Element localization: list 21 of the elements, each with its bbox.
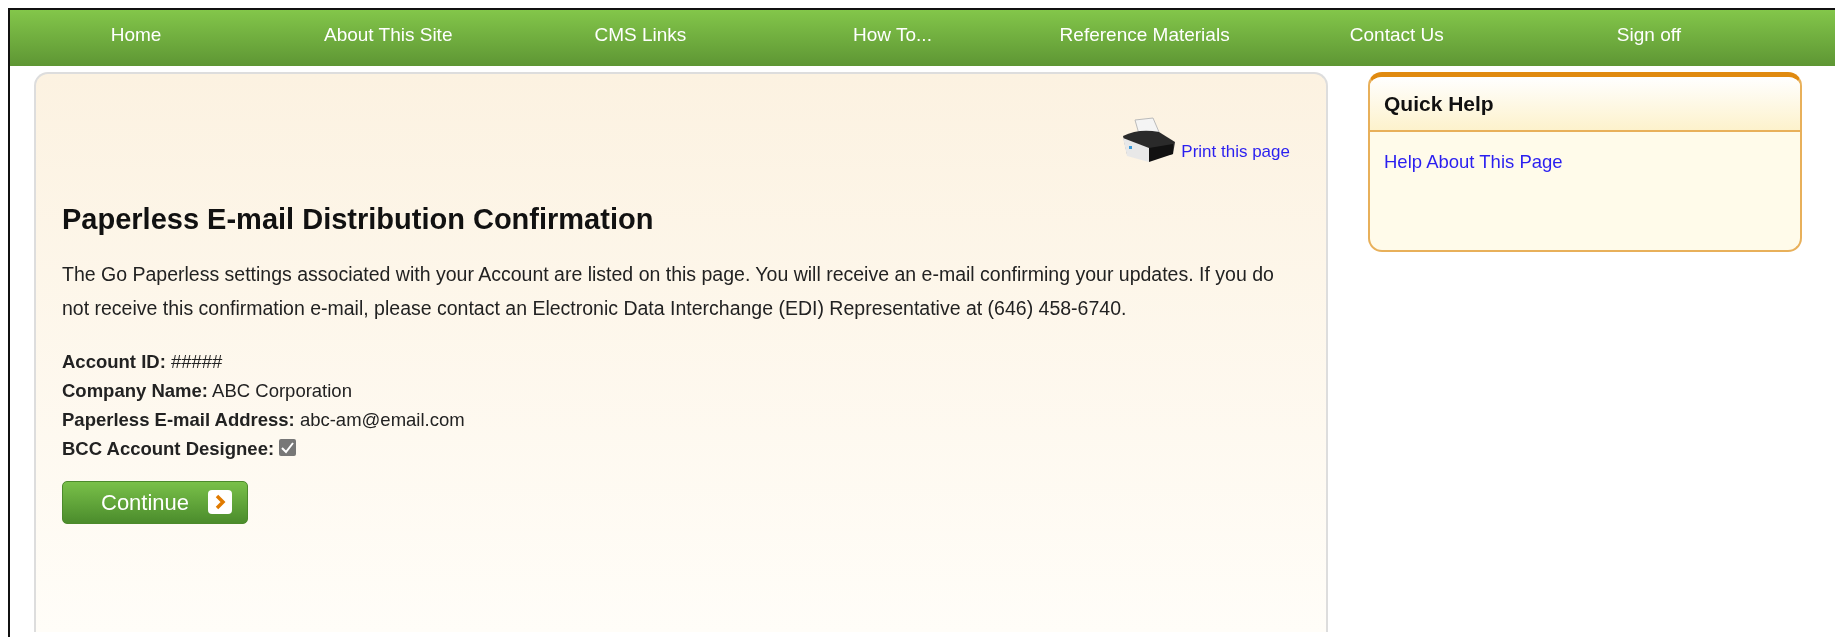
- nav-link-item[interactable]: Reference Materials: [1018, 20, 1271, 50]
- nav-link-item[interactable]: Sign off: [1522, 20, 1775, 50]
- field-label: Account ID:: [62, 350, 166, 372]
- intro-paragraph: The Go Paperless settings associated with your Account are listed on this page. You will receive an e-mail confirming your updates. If you do not receive this confirmation e-mail, please contact an Electronic Data Interchange (EDI) Representative at (646) 458-6740.: [62, 261, 1275, 321]
- field-label: Company Name:: [62, 379, 208, 401]
- nav-link-item[interactable]: Contact Us: [1270, 20, 1523, 50]
- field-label: Paperless E-mail Address:: [62, 408, 295, 430]
- nav-link-item[interactable]: CMS Links: [514, 20, 767, 50]
- nav-link-item[interactable]: Home: [10, 20, 263, 50]
- nav-link-item[interactable]: About This Site: [262, 20, 515, 50]
- print-link[interactable]: Print this page: [1181, 138, 1290, 164]
- field-value: ABC Corporation: [212, 379, 352, 401]
- page-title: Paperless E-mail Distribution Confirmation: [62, 202, 655, 237]
- nav-link-item[interactable]: How To...: [766, 20, 1019, 50]
- arrow-right-icon: [207, 489, 234, 516]
- field-value: #####: [170, 350, 223, 372]
- panel-title: Quick Help: [1370, 77, 1800, 133]
- field-label: BCC Account Designee:: [62, 437, 275, 459]
- continue-button[interactable]: Continue: [62, 480, 249, 524]
- help-link[interactable]: Help About This Page: [1384, 148, 1563, 176]
- field-value: abc-am@email.com: [299, 408, 465, 430]
